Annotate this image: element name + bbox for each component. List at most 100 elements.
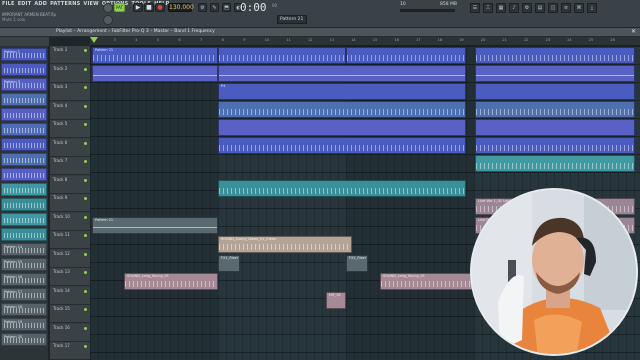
record-button[interactable]: ● xyxy=(155,3,165,12)
menu-icon[interactable]: ≡ xyxy=(561,3,571,13)
track-mute-led[interactable] xyxy=(84,345,87,348)
track-mute-led[interactable] xyxy=(84,197,87,200)
picker-item[interactable] xyxy=(1,228,47,241)
track-mute-led[interactable] xyxy=(84,289,87,293)
pencil-icon[interactable]: ✎ xyxy=(210,3,219,12)
picker-item[interactable] xyxy=(1,198,47,211)
menu-view[interactable]: VIEW xyxy=(83,1,98,7)
picker-item[interactable]: Pattern 18 xyxy=(1,303,47,316)
menu-file[interactable]: FILE xyxy=(2,1,15,7)
picker-item[interactable]: Pattern 3 xyxy=(1,78,47,91)
picker-item[interactable]: Pattern 1 xyxy=(1,48,47,61)
playhead-marker[interactable] xyxy=(90,37,98,43)
track-header[interactable]: Track 3 xyxy=(50,83,90,101)
mixer-icon[interactable]: ♪ xyxy=(509,3,519,13)
clip[interactable] xyxy=(218,101,466,118)
track-header[interactable]: Track 15 xyxy=(50,305,90,323)
track-mute-led[interactable] xyxy=(84,104,87,108)
track-header[interactable]: Track 7 xyxy=(50,157,90,175)
picker-item[interactable] xyxy=(1,213,47,226)
clip[interactable] xyxy=(475,155,635,172)
track-mute-led[interactable] xyxy=(84,271,87,274)
picker-item[interactable]: Pattern 15 xyxy=(1,258,47,271)
picker-item[interactable] xyxy=(1,108,47,121)
track-mute-led[interactable] xyxy=(84,178,87,182)
master-volume-knob[interactable] xyxy=(103,3,113,13)
clip[interactable]: P4 xyxy=(218,83,466,100)
clip[interactable] xyxy=(475,83,635,100)
pattern-selector[interactable]: Pattern 21 xyxy=(277,15,307,24)
track-header[interactable]: Track 16 xyxy=(50,323,90,342)
clip[interactable]: FX1_Riser xyxy=(218,255,240,272)
track-mute-led[interactable] xyxy=(84,123,87,126)
clip[interactable] xyxy=(218,119,466,136)
picker-item[interactable] xyxy=(1,63,47,76)
picker-item[interactable] xyxy=(1,93,47,106)
clip[interactable]: Pattern 21 xyxy=(92,217,218,234)
picker-item[interactable] xyxy=(1,153,47,166)
picker-item[interactable] xyxy=(1,168,47,181)
master-pitch-knob[interactable] xyxy=(103,15,113,25)
clip[interactable]: SOUND_Sunny_Down_01_Clean xyxy=(218,236,352,253)
track-header[interactable]: Track 8 xyxy=(50,175,90,194)
track-header[interactable]: Track 13 xyxy=(50,268,90,286)
track-mute-led[interactable] xyxy=(84,215,87,219)
brush-icon[interactable]: ⬒ xyxy=(222,3,231,12)
track-mute-led[interactable] xyxy=(84,49,87,52)
browser-icon[interactable]: ▤ xyxy=(535,3,545,13)
picker-item[interactable]: Pattern 16 xyxy=(1,273,47,286)
track-mute-led[interactable] xyxy=(84,234,87,237)
layout-icon[interactable]: ◫ xyxy=(548,3,558,13)
menu-patterns[interactable]: PATTERNS xyxy=(50,1,80,7)
clip[interactable]: SOUND_Long_Sunny_01 xyxy=(380,273,474,290)
track-header[interactable]: Track 2 xyxy=(50,64,90,83)
play-button[interactable]: ▶ xyxy=(133,3,143,12)
picker-item[interactable] xyxy=(1,123,47,136)
clip[interactable]: Pattern 21 xyxy=(92,47,218,64)
picker-item[interactable] xyxy=(1,183,47,196)
timeline-ruler[interactable]: 2 3 4 5 6 7 8 9 10 11 12 13 14 15 16 17 18 19 20 21 22 23 24 25… xyxy=(90,37,640,46)
clip[interactable] xyxy=(475,101,635,118)
channel-rack-icon[interactable]: ▦ xyxy=(496,3,506,13)
track-mute-led[interactable] xyxy=(84,308,87,311)
time-display[interactable]: 0:00 xyxy=(240,1,272,15)
clip[interactable] xyxy=(218,65,466,82)
tempo-display[interactable]: 130.000 xyxy=(168,3,194,12)
clip[interactable] xyxy=(218,137,466,154)
track-header[interactable]: Track 9 xyxy=(50,194,90,212)
track-header[interactable]: Track 14 xyxy=(50,286,90,305)
track-header[interactable]: Track 6 xyxy=(50,138,90,157)
clip[interactable] xyxy=(475,65,635,82)
track-header[interactable]: Track 5 xyxy=(50,120,90,138)
clip[interactable] xyxy=(475,119,635,136)
clip[interactable]: SOUND_Long_Sunny_01 xyxy=(124,273,218,290)
clip[interactable]: FX2_Riser xyxy=(346,255,368,272)
clip[interactable] xyxy=(218,180,466,197)
track-header[interactable]: Track 4 xyxy=(50,101,90,120)
settings-icon[interactable]: ⚙ xyxy=(198,3,207,12)
close-icon[interactable]: ✕ xyxy=(631,28,636,35)
track-header[interactable]: Track 12 xyxy=(50,249,90,268)
track-header[interactable]: Track 11 xyxy=(50,231,90,249)
menu-add[interactable]: ADD xyxy=(34,1,47,7)
track-mute-led[interactable] xyxy=(84,160,87,163)
download-icon[interactable]: ⤓ xyxy=(587,3,597,13)
track-mute-led[interactable] xyxy=(84,141,87,145)
clip[interactable] xyxy=(475,137,635,154)
clip[interactable] xyxy=(346,47,466,64)
track-header[interactable]: Track 17 xyxy=(50,342,90,360)
stop-button[interactable]: ■ xyxy=(144,3,154,12)
track-mute-led[interactable] xyxy=(84,326,87,330)
plugin-icon[interactable]: ⚙ xyxy=(522,3,532,13)
clip[interactable] xyxy=(218,47,346,64)
clip[interactable] xyxy=(92,65,218,82)
track-mute-led[interactable] xyxy=(84,252,87,256)
clip[interactable] xyxy=(475,47,635,64)
piano-roll-icon[interactable]: ⎍ xyxy=(483,3,493,13)
picker-item[interactable]: Pattern 20 xyxy=(1,333,47,346)
track-header[interactable]: Track 1 xyxy=(50,46,90,64)
picker-item[interactable] xyxy=(1,138,47,151)
playlist-icon[interactable]: ☰ xyxy=(470,3,480,13)
menu-edit[interactable]: EDIT xyxy=(18,1,32,7)
pattern-song-toggle[interactable]: PAT xyxy=(114,3,125,12)
